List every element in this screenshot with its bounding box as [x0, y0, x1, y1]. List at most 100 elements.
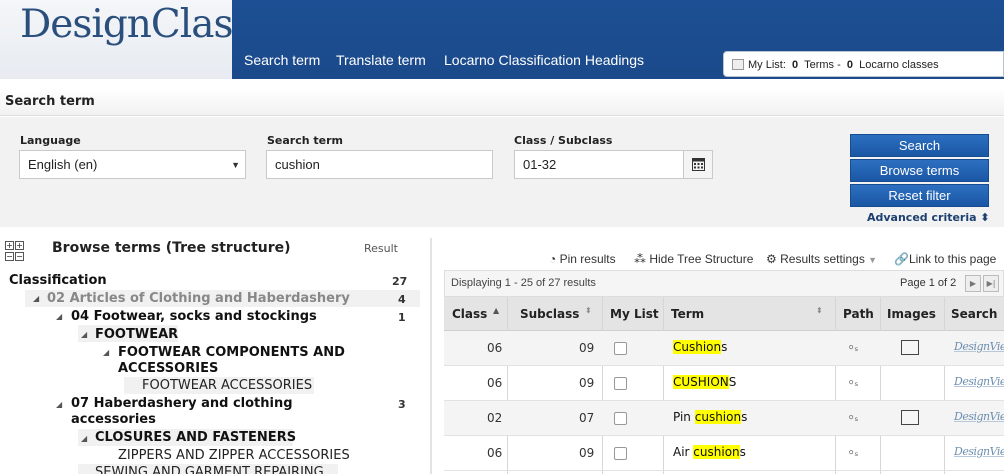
- nav-search-term[interactable]: Search term: [244, 52, 320, 68]
- cell-subclass: 09: [579, 446, 595, 460]
- tree-leaf-footwear-accessories[interactable]: FOOTWEAR ACCESSORIES: [142, 378, 312, 394]
- tree-leaf-sewing[interactable]: SEWING AND GARMENT REPAIRING: [95, 465, 324, 474]
- nav-translate-term[interactable]: Translate term: [336, 52, 426, 68]
- sort-icon[interactable]: ⬍: [816, 306, 823, 315]
- my-list-checkbox[interactable]: [614, 377, 627, 390]
- sort-icon[interactable]: ⬍: [585, 306, 592, 315]
- cell-term[interactable]: Pin cushions: [673, 410, 747, 424]
- col-term[interactable]: Term: [671, 307, 704, 321]
- search-term-label: Search term: [267, 134, 344, 147]
- last-page-button[interactable]: ▶|: [983, 275, 999, 292]
- tree-icon: ⁂: [634, 252, 646, 266]
- tree-node-footwear-components[interactable]: FOOTWEAR COMPONENTS AND: [118, 345, 345, 361]
- tree-node-0204[interactable]: 04 Footwear, socks and stockings: [71, 309, 317, 325]
- col-path[interactable]: Path: [843, 307, 874, 321]
- collapse-all-icon-2[interactable]: −: [15, 252, 24, 261]
- search-term-input[interactable]: cushion: [266, 150, 493, 179]
- hide-tree-button[interactable]: ⁂ Hide Tree Structure: [634, 252, 753, 266]
- link-to-page-button[interactable]: 🔗Link to this page: [894, 252, 996, 266]
- next-page-button[interactable]: ▶: [965, 275, 981, 292]
- my-list-summary[interactable]: My List: 0 Terms - 0 Locarno classes: [723, 51, 1004, 77]
- table-row[interactable]: 06 09 CUSHIONS ⸰ₛ DesignView: [444, 366, 1004, 401]
- tree-title: Browse terms (Tree structure): [52, 240, 291, 256]
- logo-area: DesignClass: [0, 0, 253, 79]
- tree-divider: [430, 238, 432, 474]
- cell-class: 06: [487, 376, 503, 390]
- browse-terms-button[interactable]: Browse terms: [850, 159, 989, 182]
- cell-class: 06: [487, 446, 503, 460]
- tree-count: 27: [392, 275, 408, 288]
- gear-icon: ⚙: [766, 252, 777, 266]
- chevron-down-icon: ▼: [231, 160, 240, 170]
- table-row[interactable]: 02 07 Pin cushions ⸰ₛ DesignView: [444, 401, 1004, 436]
- tree-leaf-zippers[interactable]: ZIPPERS AND ZIPPER ACCESSORIES: [118, 448, 350, 464]
- image-icon[interactable]: [901, 340, 919, 355]
- tree-node-0207[interactable]: 07 Haberdashery and clothing: [71, 396, 293, 412]
- collapse-triangle-icon[interactable]: ◢: [103, 348, 109, 357]
- path-icon[interactable]: ⸰ₛ: [848, 375, 858, 390]
- my-list-checkbox[interactable]: [614, 412, 627, 425]
- expand-all-icon[interactable]: +: [5, 241, 14, 250]
- tree-node-0207-2[interactable]: accessories: [71, 412, 156, 428]
- chevron-down-icon: ▼: [868, 255, 878, 265]
- designview-link[interactable]: DesignView: [954, 340, 1004, 353]
- my-list-checkbox[interactable]: [614, 342, 627, 355]
- language-select[interactable]: English (en) ▼: [19, 150, 246, 179]
- tree-node-footwear-components-2[interactable]: ACCESSORIES: [118, 361, 218, 377]
- search-section-title: Search term: [5, 94, 95, 109]
- designview-link[interactable]: DesignView: [954, 410, 1004, 423]
- search-button[interactable]: Search: [850, 134, 989, 157]
- class-subclass-input[interactable]: 01-32: [514, 150, 684, 179]
- results-settings-button[interactable]: ⚙ Results settings ▼: [766, 252, 877, 266]
- language-label: Language: [20, 134, 81, 147]
- collapse-all-icon[interactable]: −: [5, 252, 14, 261]
- col-class[interactable]: Class: [452, 307, 487, 321]
- collapse-triangle-icon[interactable]: ◢: [56, 400, 62, 409]
- col-my-list[interactable]: My List: [610, 307, 659, 321]
- cell-term[interactable]: Air cushions: [673, 445, 746, 459]
- class-picker-button[interactable]: [683, 150, 713, 179]
- cell-class: 02: [487, 411, 503, 425]
- tree-count: 4: [398, 293, 406, 306]
- col-search[interactable]: Search: [951, 307, 997, 321]
- tree-node-02[interactable]: 02 Articles of Clothing and Haberdashery: [47, 291, 350, 307]
- page-indicator: Page 1 of 2: [900, 277, 957, 289]
- tree-node-closures[interactable]: CLOSURES AND FASTENERS: [95, 430, 296, 446]
- tree-root[interactable]: Classification: [9, 273, 107, 289]
- advanced-criteria-link[interactable]: Advanced criteria ⬍: [867, 211, 990, 224]
- path-icon[interactable]: ⸰ₛ: [848, 445, 858, 460]
- collapse-triangle-icon[interactable]: ◢: [56, 312, 62, 321]
- col-images[interactable]: Images: [887, 307, 936, 321]
- designview-link[interactable]: DesignView: [954, 445, 1004, 458]
- sort-asc-icon[interactable]: ▲: [493, 306, 499, 315]
- collapse-triangle-icon[interactable]: ◢: [81, 434, 87, 443]
- expand-all-icon-2[interactable]: +: [15, 241, 24, 250]
- table-row[interactable]: 06 09 Air cushions ⸰ₛ DesignView: [444, 436, 1004, 471]
- tree-node-footwear[interactable]: FOOTWEAR: [95, 327, 178, 343]
- path-icon[interactable]: ⸰ₛ: [848, 340, 858, 355]
- pin-results-button[interactable]: ◔ Pin results: [549, 252, 616, 266]
- reset-filter-button[interactable]: Reset filter: [850, 184, 989, 207]
- my-list-checkbox[interactable]: [614, 447, 627, 460]
- results-table-header: Class ▲ Subclass ⬍ My List Term ⬍ Path I…: [444, 297, 1004, 331]
- collapse-triangle-icon[interactable]: ◢: [33, 294, 39, 303]
- cell-class: 06: [487, 341, 503, 355]
- search-section-header: Search term: [0, 89, 1004, 116]
- nav-locarno-headings[interactable]: Locarno Classification Headings: [444, 52, 644, 68]
- tree-count: 3: [398, 398, 406, 411]
- cell-subclass: 07: [579, 411, 595, 425]
- image-icon[interactable]: [901, 410, 919, 425]
- table-row[interactable]: 06 09 Cushions ⸰ₛ DesignView: [444, 331, 1004, 366]
- designview-link[interactable]: DesignView: [954, 375, 1004, 388]
- designclass-logo[interactable]: DesignClass: [20, 2, 253, 47]
- results-count-text: Displaying 1 - 25 of 27 results: [451, 277, 596, 289]
- my-list-icon: [732, 59, 744, 70]
- calendar-grid-icon: [692, 158, 705, 171]
- path-icon[interactable]: ⸰ₛ: [848, 410, 858, 425]
- results-pager-bar: Displaying 1 - 25 of 27 results Page 1 o…: [444, 270, 1004, 297]
- collapse-triangle-icon[interactable]: ◢: [81, 330, 87, 339]
- link-icon: 🔗: [894, 252, 909, 266]
- col-subclass[interactable]: Subclass: [520, 307, 579, 321]
- cell-term[interactable]: CUSHIONS: [673, 375, 736, 389]
- cell-term[interactable]: Cushions: [673, 340, 727, 354]
